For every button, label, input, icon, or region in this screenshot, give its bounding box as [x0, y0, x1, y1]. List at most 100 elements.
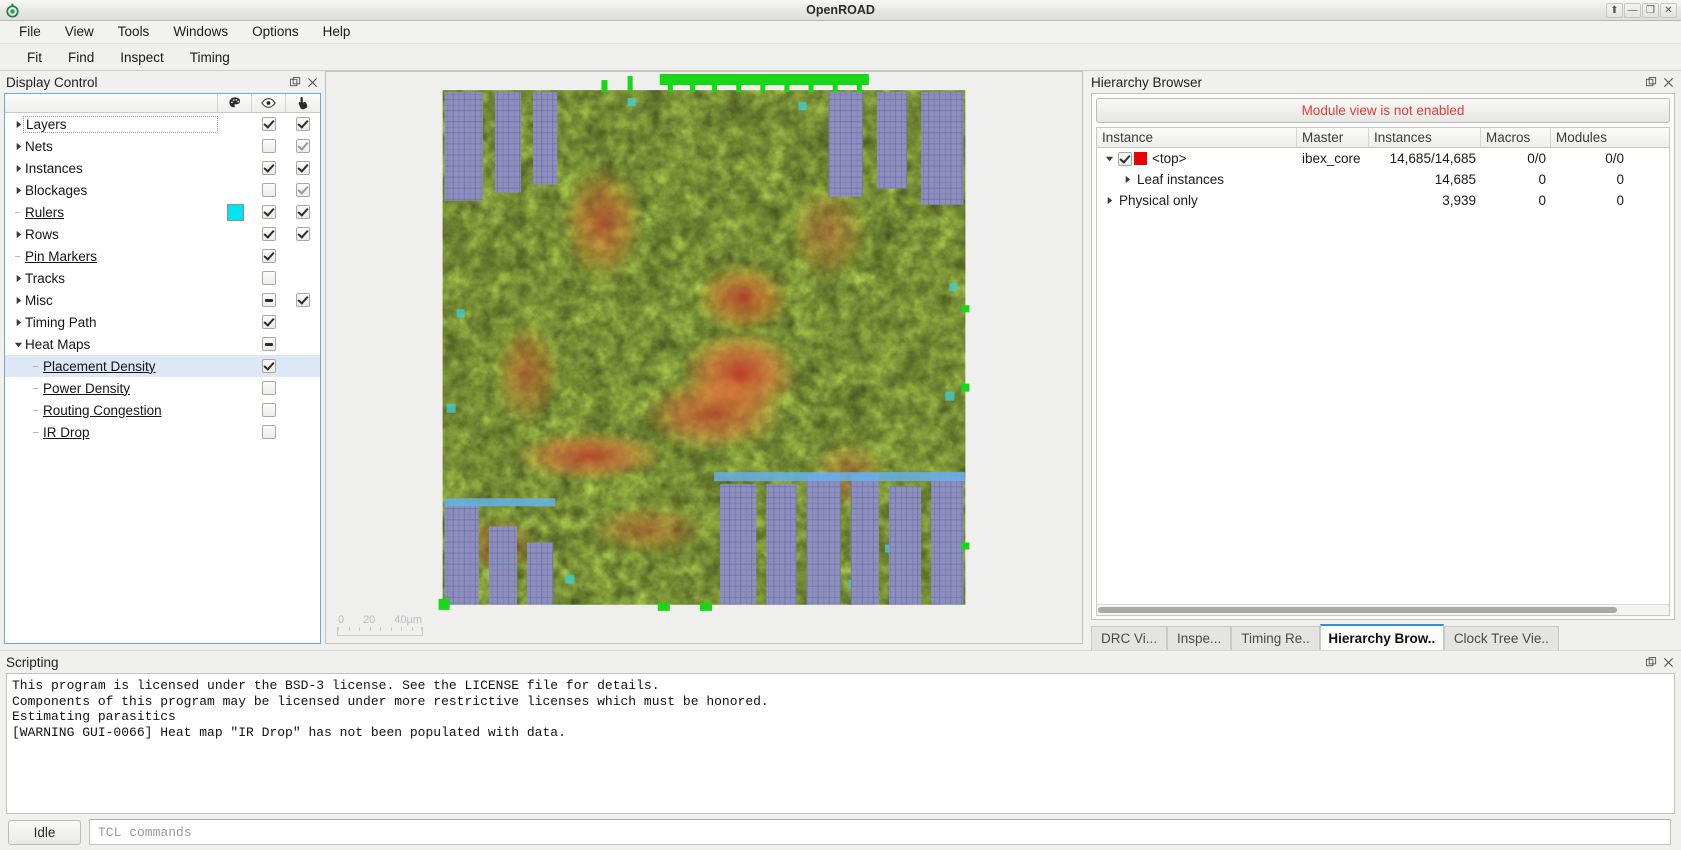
console-line: Estimating parasitics [12, 709, 176, 724]
scripting-console-output[interactable]: This program is licensed under the BSD-3… [6, 673, 1675, 814]
close-icon[interactable] [1660, 654, 1677, 670]
visible-checkbox[interactable] [262, 403, 276, 417]
visible-checkbox[interactable] [262, 293, 276, 307]
chevron-down-icon[interactable] [11, 340, 25, 349]
status-badge[interactable]: Idle [8, 819, 81, 845]
chevron-right-icon[interactable] [11, 142, 25, 151]
menu-item-windows[interactable]: Windows [161, 22, 240, 42]
visible-checkbox[interactable] [262, 161, 276, 175]
display-control-row-ir-drop[interactable]: IR Drop [5, 421, 320, 443]
row-label: IR Drop [43, 424, 90, 440]
row-label-cell: Timing Path [5, 315, 218, 330]
selectable-checkbox[interactable] [296, 227, 310, 241]
table-row[interactable]: <top> ibex_core 14,685/14,685 0/0 0/0 [1097, 148, 1669, 169]
display-control-row-misc[interactable]: Misc [5, 289, 320, 311]
dock-tab-1[interactable]: Inspe... [1167, 626, 1232, 650]
menu-item-view[interactable]: View [53, 22, 106, 42]
dock-tab-3[interactable]: Hierarchy Brow.. [1319, 624, 1444, 650]
visible-checkbox[interactable] [262, 183, 276, 197]
visible-checkbox[interactable] [262, 249, 276, 263]
row-visible-cell [252, 205, 286, 219]
menu-item-help[interactable]: Help [311, 22, 363, 42]
display-control-row-timing-path[interactable]: Timing Path [5, 311, 320, 333]
toolbar-button-inspect[interactable]: Inspect [107, 47, 177, 68]
chevron-right-icon[interactable] [1120, 175, 1134, 184]
instance-color-swatch[interactable] [1134, 152, 1147, 165]
toolbar-button-find[interactable]: Find [55, 47, 107, 68]
column-header-master[interactable]: Master [1297, 128, 1369, 147]
menu-item-tools[interactable]: Tools [106, 22, 162, 42]
close-icon[interactable] [1660, 74, 1677, 90]
display-control-row-instances[interactable]: Instances [5, 157, 320, 179]
visible-checkbox[interactable] [262, 425, 276, 439]
visible-checkbox[interactable] [262, 359, 276, 373]
column-header-modules[interactable]: Modules [1551, 128, 1629, 147]
display-control-row-layers[interactable]: Layers [5, 113, 320, 135]
undock-icon[interactable] [1643, 654, 1660, 670]
toolbar-button-fit[interactable]: Fit [14, 47, 55, 68]
display-control-row-placement-density[interactable]: Placement Density [5, 355, 320, 377]
chevron-right-icon[interactable] [11, 186, 25, 195]
placement-density-heatmap[interactable] [326, 72, 1082, 635]
instance-visibility-checkbox[interactable] [1118, 151, 1132, 166]
visible-checkbox[interactable] [262, 315, 276, 329]
selectable-checkbox[interactable] [296, 117, 310, 131]
table-row[interactable]: Leaf instances 14,685 0 0 [1097, 169, 1669, 190]
toolbar-button-timing[interactable]: Timing [177, 47, 243, 68]
horizontal-scrollbar[interactable] [1097, 604, 1669, 615]
scale-mid: 20 [363, 614, 376, 626]
undock-icon[interactable] [1643, 74, 1660, 90]
display-control-row-power-density[interactable]: Power Density [5, 377, 320, 399]
palette-icon [218, 94, 252, 112]
cell-modules: 0 [1616, 172, 1624, 187]
selectable-checkbox[interactable] [296, 205, 310, 219]
cell-instances: 14,685/14,685 [1389, 151, 1476, 166]
display-control-row-rows[interactable]: Rows [5, 223, 320, 245]
color-swatch[interactable] [226, 203, 244, 221]
row-color-cell[interactable] [218, 203, 252, 221]
close-button[interactable]: ✕ [1660, 2, 1677, 18]
display-control-row-blockages[interactable]: Blockages [5, 179, 320, 201]
minimize-button[interactable]: — [1624, 2, 1641, 18]
visible-checkbox[interactable] [262, 271, 276, 285]
display-control-row-pin-markers[interactable]: Pin Markers [5, 245, 320, 267]
column-header-instances[interactable]: Instances [1369, 128, 1481, 147]
menu-item-file[interactable]: File [7, 22, 53, 42]
display-control-row-tracks[interactable]: Tracks [5, 267, 320, 289]
selectable-checkbox[interactable] [296, 293, 310, 307]
visible-checkbox[interactable] [262, 337, 276, 351]
table-row[interactable]: Physical only 3,939 0 0 [1097, 190, 1669, 211]
visible-checkbox[interactable] [262, 117, 276, 131]
column-header-macros[interactable]: Macros [1481, 128, 1551, 147]
dock-tab-0[interactable]: DRC Vi... [1091, 626, 1168, 650]
selectable-checkbox[interactable] [296, 183, 310, 197]
undock-icon[interactable] [287, 74, 304, 90]
chevron-right-icon[interactable] [11, 164, 25, 173]
display-control-row-rulers[interactable]: Rulers [5, 201, 320, 223]
visible-checkbox[interactable] [262, 139, 276, 153]
visible-checkbox[interactable] [262, 227, 276, 241]
column-header-instance[interactable]: Instance [1097, 128, 1297, 147]
visible-checkbox[interactable] [262, 205, 276, 219]
display-control-row-routing-congestion[interactable]: Routing Congestion [5, 399, 320, 421]
display-control-row-heat-maps[interactable]: Heat Maps [5, 333, 320, 355]
tcl-command-input[interactable]: TCL commands [89, 819, 1671, 845]
chevron-right-icon[interactable] [11, 230, 25, 239]
menu-item-options[interactable]: Options [240, 22, 311, 42]
chevron-right-icon[interactable] [11, 318, 25, 327]
close-icon[interactable] [304, 74, 321, 90]
float-button[interactable]: ⬆ [1606, 2, 1623, 18]
chevron-right-icon[interactable] [1102, 196, 1116, 205]
dock-tab-4[interactable]: Clock Tree Vie.. [1443, 626, 1559, 650]
chevron-right-icon[interactable] [11, 296, 25, 305]
dock-tab-2[interactable]: Timing Re.. [1231, 626, 1320, 650]
chevron-down-icon[interactable] [1102, 154, 1116, 163]
display-control-row-nets[interactable]: Nets [5, 135, 320, 157]
chevron-right-icon[interactable] [11, 274, 25, 283]
selectable-checkbox[interactable] [296, 161, 310, 175]
layout-viewport[interactable]: 0 20 40µm [325, 71, 1083, 644]
row-label-cell: Layers [5, 115, 218, 133]
selectable-checkbox[interactable] [296, 139, 310, 153]
restore-button[interactable]: ❐ [1642, 2, 1659, 18]
visible-checkbox[interactable] [262, 381, 276, 395]
